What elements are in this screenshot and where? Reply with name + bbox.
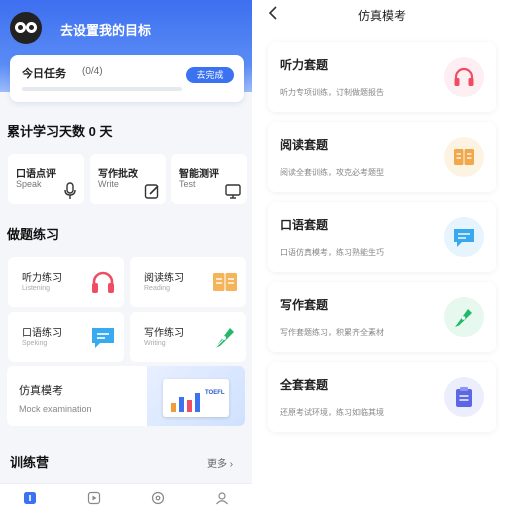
chat-icon — [92, 328, 114, 348]
daily-task-card: 今日任务 (0/4) 去完成 — [10, 55, 244, 102]
book-icon-badge — [444, 137, 484, 177]
clipboard-icon-badge — [444, 377, 484, 417]
book-icon — [454, 149, 474, 165]
feature-title: 口语点评 — [16, 169, 56, 180]
reading-set-card[interactable]: 阅读套题 阅读全套训练，攻克必考题型 — [268, 122, 496, 192]
owl-avatar-icon[interactable] — [10, 12, 42, 44]
feature-write-card[interactable]: 写作批改 Write — [90, 154, 166, 204]
headphones-icon — [92, 271, 114, 293]
daily-task-count: (0/4) — [82, 66, 103, 77]
chevron-right-icon: › — [229, 459, 234, 470]
home-tab-icon[interactable] — [23, 491, 37, 505]
more-link[interactable]: 更多 › — [207, 455, 233, 470]
set-title: 写作套题 — [280, 298, 329, 312]
more-label: 更多 — [207, 459, 227, 470]
mock-exam-subtitle: Mock examination — [19, 404, 92, 414]
headphones-icon-badge — [444, 57, 484, 97]
home-screen: 去设置我的目标 今日任务 (0/4) 去完成 累计学习天数 0 天 口语点评 S… — [0, 0, 252, 510]
feature-subtitle: Write — [98, 179, 119, 189]
practice-title: 写作练习 — [144, 328, 184, 339]
set-description: 写作套题练习，积累齐全素材 — [280, 328, 384, 337]
mock-exam-title: 仿真模考 — [19, 385, 63, 397]
chat-icon — [454, 229, 474, 247]
complete-task-button[interactable]: 去完成 — [186, 67, 234, 83]
set-title: 阅读套题 — [280, 138, 329, 152]
feature-test-card[interactable]: 智能测评 Test — [171, 154, 247, 204]
feature-subtitle: Test — [179, 179, 196, 189]
speaking-set-card[interactable]: 口语套题 口语仿真模考，练习熟能生巧 — [268, 202, 496, 272]
full-set-card[interactable]: 全套套题 还原考试环境，练习如临其境 — [268, 362, 496, 432]
feature-speak-card[interactable]: 口语点评 Speak — [8, 154, 84, 204]
toefl-badge: TOEFL — [205, 390, 225, 396]
clipboard-icon — [456, 387, 472, 407]
set-description: 阅读全套训练，攻克必考题型 — [280, 168, 384, 177]
set-description: 口语仿真模考，练习熟能生巧 — [280, 248, 384, 257]
set-title: 口语套题 — [280, 218, 329, 232]
bottom-tab-bar — [0, 483, 252, 510]
listening-practice-card[interactable]: 听力练习 Listening — [8, 257, 124, 307]
chat-icon-badge — [444, 217, 484, 257]
video-tab-icon[interactable] — [87, 491, 101, 505]
mock-exam-screen: 仿真模考 听力套题 听力专项训练，订制做题报告 阅读套题 阅读全套训练，攻克必考… — [258, 0, 506, 510]
practice-subtitle: Reading — [144, 285, 171, 292]
practice-subtitle: Listening — [22, 285, 51, 292]
speaking-practice-card[interactable]: 口语练习 Speking — [8, 312, 124, 362]
writing-practice-card[interactable]: 写作练习 Writing — [130, 312, 246, 362]
set-title: 听力套题 — [280, 58, 329, 72]
practice-title: 听力练习 — [22, 273, 62, 284]
practice-title: 口语练习 — [22, 328, 62, 339]
daily-task-label: 今日任务 — [22, 68, 66, 80]
practice-subtitle: Writing — [144, 340, 166, 347]
book-icon — [213, 273, 237, 291]
mock-exam-card[interactable]: 仿真模考 Mock examination TOEFL — [7, 366, 245, 426]
microphone-icon — [64, 182, 76, 199]
reading-practice-card[interactable]: 阅读练习 Reading — [130, 257, 246, 307]
profile-tab-icon[interactable] — [215, 491, 229, 505]
mock-exam-illustration: TOEFL — [147, 366, 245, 426]
pen-icon-badge — [444, 297, 484, 337]
page-title: 仿真模考 — [357, 9, 406, 23]
task-progress-bar — [22, 87, 182, 91]
practice-subtitle: Speking — [22, 340, 48, 347]
writing-set-card[interactable]: 写作套题 写作套题练习，积累齐全素材 — [268, 282, 496, 352]
feature-title: 智能测评 — [179, 169, 219, 180]
feature-subtitle: Speak — [16, 179, 42, 189]
set-title: 全套套题 — [280, 378, 329, 392]
set-goal-link[interactable]: 去设置我的目标 — [60, 20, 151, 39]
listening-set-card[interactable]: 听力套题 听力专项训练，订制做题报告 — [268, 42, 496, 112]
discover-tab-icon[interactable] — [151, 491, 165, 505]
pen-icon — [455, 309, 472, 327]
study-days-heading: 累计学习天数 0 天 — [7, 124, 113, 139]
practice-section-title: 做题练习 — [7, 227, 60, 242]
feature-title: 写作批改 — [98, 169, 138, 180]
edit-icon — [144, 184, 159, 199]
practice-title: 阅读练习 — [144, 273, 184, 284]
training-camp-title: 训练营 — [10, 455, 50, 470]
set-description: 还原考试环境，练习如临其境 — [280, 408, 384, 417]
headphones-icon — [454, 67, 474, 86]
monitor-icon — [225, 184, 241, 199]
set-description: 听力专项训练，订制做题报告 — [280, 88, 384, 97]
pen-icon — [214, 328, 234, 349]
